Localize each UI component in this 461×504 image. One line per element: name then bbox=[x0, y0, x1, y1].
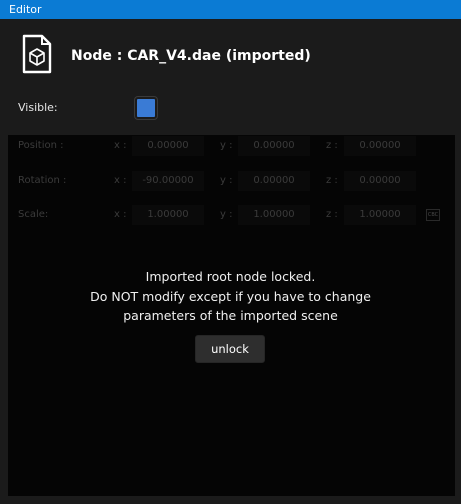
scale-y-axis-label: y : bbox=[220, 209, 233, 220]
rotation-y-axis-label: y : bbox=[220, 175, 233, 186]
locked-message-line3: parameters of the imported scene bbox=[123, 308, 338, 323]
window-titlebar: Editor bbox=[0, 0, 461, 19]
scale-z-axis-label: z : bbox=[326, 209, 338, 220]
window-title: Editor bbox=[9, 3, 42, 16]
scale-x-axis-label: x : bbox=[114, 209, 127, 220]
visible-label: Visible: bbox=[18, 101, 58, 114]
scale-lock-button[interactable]: CBC bbox=[426, 209, 440, 221]
position-x-field[interactable]: 0.00000 bbox=[132, 136, 204, 156]
rotation-z-field[interactable]: 0.00000 bbox=[344, 171, 416, 191]
locked-message-line2: Do NOT modify except if you have to chan… bbox=[90, 289, 371, 304]
rotation-y-field[interactable]: 0.00000 bbox=[238, 171, 310, 191]
rotation-z-axis-label: z : bbox=[326, 175, 338, 186]
position-row: Position : x : 0.00000 y : 0.00000 z : 0… bbox=[8, 135, 455, 157]
position-x-axis-label: x : bbox=[114, 140, 127, 151]
rotation-row: Rotation : x : -90.00000 y : 0.00000 z :… bbox=[8, 170, 455, 192]
locked-message-line1: Imported root node locked. bbox=[145, 269, 316, 284]
position-z-field[interactable]: 0.00000 bbox=[344, 136, 416, 156]
visible-checkbox[interactable] bbox=[135, 97, 157, 119]
unlock-button[interactable]: unlock bbox=[195, 335, 265, 363]
scale-row: Scale: x : 1.00000 y : 1.00000 z : 1.000… bbox=[8, 204, 455, 226]
rotation-label: Rotation : bbox=[18, 175, 67, 186]
rotation-x-axis-label: x : bbox=[114, 175, 127, 186]
position-y-axis-label: y : bbox=[220, 140, 233, 151]
scale-label: Scale: bbox=[18, 209, 49, 220]
file-cube-icon bbox=[22, 34, 52, 74]
rotation-x-field[interactable]: -90.00000 bbox=[132, 171, 204, 191]
scale-x-field[interactable]: 1.00000 bbox=[132, 205, 204, 225]
position-label: Position : bbox=[18, 140, 64, 151]
node-title: Node : CAR_V4.dae (imported) bbox=[71, 48, 311, 64]
scale-z-field[interactable]: 1.00000 bbox=[344, 205, 416, 225]
position-z-axis-label: z : bbox=[326, 140, 338, 151]
scale-y-field[interactable]: 1.00000 bbox=[238, 205, 310, 225]
position-y-field[interactable]: 0.00000 bbox=[238, 136, 310, 156]
